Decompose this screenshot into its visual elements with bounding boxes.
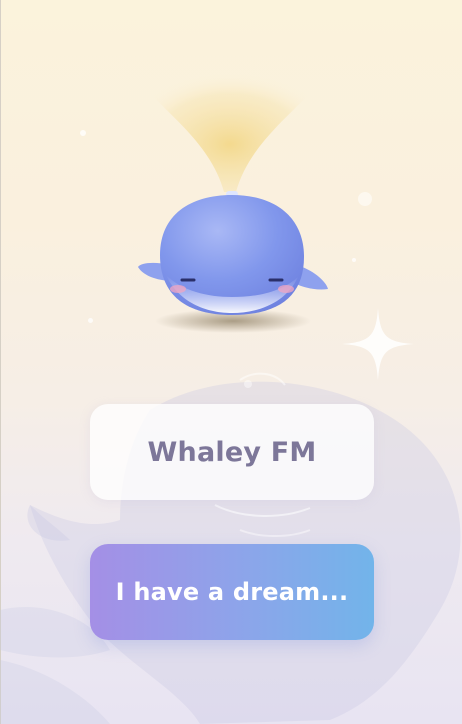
- sparkle-dot: [352, 258, 356, 262]
- sparkle-star-icon: [342, 308, 414, 380]
- whale-mascot-icon: [138, 191, 328, 333]
- sparkle-dot: [358, 192, 372, 206]
- app-title-label: Whaley FM: [147, 436, 317, 468]
- dream-button-label: I have a dream...: [115, 578, 349, 606]
- sparkle-dot: [244, 380, 252, 388]
- sparkle-dot: [88, 318, 93, 323]
- spout-light-beam: [140, 72, 320, 192]
- sparkle-dot: [80, 130, 86, 136]
- whaley-home-screen: Whaley FM I have a dream...: [0, 0, 462, 724]
- app-title-card[interactable]: Whaley FM: [90, 404, 374, 500]
- dream-button[interactable]: I have a dream...: [90, 544, 374, 640]
